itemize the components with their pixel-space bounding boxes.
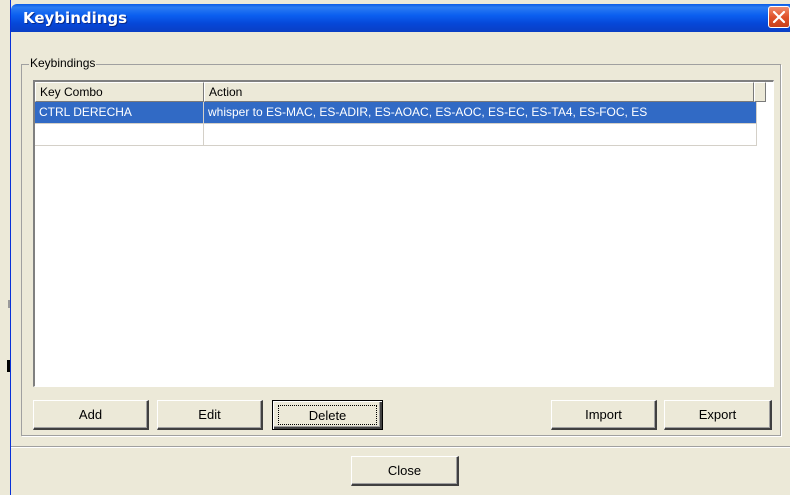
key-combo-cell: CTRL DERECHA [35, 102, 204, 124]
export-button[interactable]: Export [664, 400, 772, 430]
window-title: Keybindings [23, 9, 128, 27]
edit-button[interactable]: Edit [157, 400, 263, 430]
column-header-key-combo[interactable]: Key Combo [35, 82, 204, 102]
close-icon [772, 10, 786, 24]
column-header-action[interactable]: Action [204, 82, 754, 102]
table-row[interactable]: CTRL DERECHA whisper to ES-MAC, ES-ADIR,… [35, 102, 757, 124]
groupbox-label: Keybindings [29, 56, 97, 70]
add-button[interactable]: Add [33, 400, 149, 430]
close-button[interactable]: Close [351, 456, 459, 486]
title-bar[interactable]: Keybindings [11, 4, 790, 32]
table-row-empty[interactable] [35, 124, 757, 146]
action-cell [204, 124, 757, 146]
footer-separator [11, 446, 790, 448]
column-header-filler [754, 82, 766, 102]
keybindings-list[interactable]: Key Combo Action CTRL DERECHA whisper to… [33, 80, 774, 387]
key-combo-cell [35, 124, 204, 146]
action-cell: whisper to ES-MAC, ES-ADIR, ES-AOAC, ES-… [204, 102, 757, 124]
delete-button-label: Delete [278, 405, 377, 425]
import-button[interactable]: Import [551, 400, 657, 430]
list-header: Key Combo Action [35, 82, 766, 102]
keybindings-dialog: Keybindings Keybindings Key Combo Action… [10, 0, 790, 495]
close-window-button[interactable] [768, 6, 790, 28]
delete-button[interactable]: Delete [272, 400, 383, 430]
desktop-background [0, 0, 10, 495]
